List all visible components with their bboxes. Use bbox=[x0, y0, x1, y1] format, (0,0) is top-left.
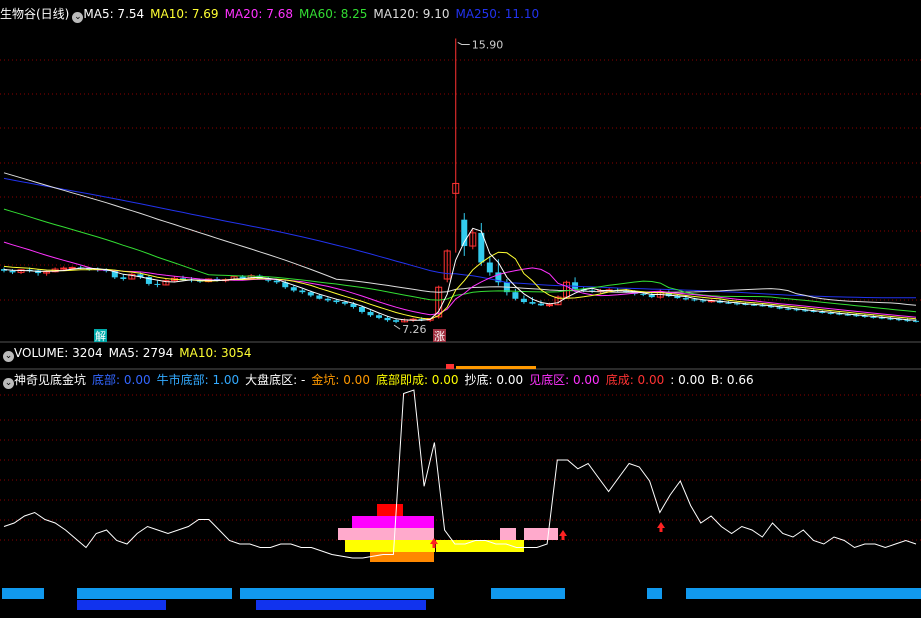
ma-legend-item-4: MA120: 9.10 bbox=[373, 7, 450, 21]
ma20-line bbox=[3, 241, 917, 318]
high-label: 15.90 bbox=[472, 38, 504, 51]
low-label: 7.26 bbox=[402, 323, 427, 336]
chevron-down-icon[interactable]: ⌄ bbox=[72, 12, 84, 23]
candle-body-down bbox=[120, 277, 127, 279]
candle-body-down bbox=[913, 320, 919, 322]
ma250-line bbox=[3, 177, 916, 299]
volume-legend: MA5: 2794 MA10: 3054 bbox=[109, 346, 258, 360]
candle-body-down bbox=[725, 302, 732, 304]
chevron-down-icon[interactable]: ⌄ bbox=[3, 378, 14, 389]
niushi-dibu-bar bbox=[686, 588, 921, 599]
volume-panel-header: ⌄ VOLUME: 3204 MA5: 2794 MA10: 3054 bbox=[0, 344, 257, 362]
candle-body-down bbox=[393, 320, 400, 322]
indicator-legend-item-8: : 0.00 bbox=[670, 373, 705, 387]
candle-body-up bbox=[68, 266, 76, 269]
indicator-title: 神奇见底金坑 bbox=[14, 373, 87, 387]
ma-legend-item-5: MA250: 11.10 bbox=[455, 7, 540, 21]
indicator-legend: 底部: 0.00 牛市底部: 1.00 大盘底区: - 金坑: 0.00 底部即成: 0… bbox=[92, 373, 760, 387]
chevron-down-icon[interactable]: ⌄ bbox=[3, 351, 14, 362]
candle-body-down bbox=[316, 295, 323, 299]
candle-body-down bbox=[273, 280, 280, 283]
indicator-legend-item-4: 底部即成: 0.00 bbox=[375, 373, 459, 387]
candle-body-down bbox=[699, 300, 706, 302]
candle-body-down bbox=[734, 303, 741, 305]
indicator-legend-item-6: 见底区: 0.00 bbox=[529, 373, 600, 387]
ma-legend-item-1: MA10: 7.69 bbox=[150, 7, 219, 21]
candle-body-down bbox=[290, 287, 297, 291]
indicator-legend-item-0: 底部: 0.00 bbox=[92, 373, 151, 387]
candle-body-down bbox=[299, 290, 306, 293]
jiandiqu-block bbox=[500, 528, 516, 540]
candle-body-down bbox=[520, 298, 527, 303]
niushi-dibu-bar bbox=[647, 588, 662, 599]
candle-body-up bbox=[60, 267, 68, 270]
candle-body-down bbox=[785, 308, 792, 310]
low-marker bbox=[393, 324, 401, 330]
candle-body-down bbox=[9, 270, 16, 273]
candle-body-down bbox=[529, 302, 536, 304]
ma-legend-item-3: MA60: 8.25 bbox=[299, 7, 368, 21]
indicator-legend-item-5: 抄底: 0.00 bbox=[464, 373, 524, 387]
candle-body-down bbox=[640, 293, 647, 295]
candle-body-down bbox=[682, 298, 689, 300]
jiandiqu-block bbox=[524, 528, 558, 540]
niushi-dibu-bar bbox=[491, 588, 565, 599]
volume-legend-item-0: MA5: 2794 bbox=[108, 346, 174, 360]
price-panel-header: 生物谷(日线) ⌄ MA5: 7.54 MA10: 7.69 MA20: 7.68 MA6… bbox=[0, 5, 545, 23]
ma-legend: MA5: 7.54 MA10: 7.69 MA20: 7.68 MA60: 8.25 M… bbox=[83, 7, 545, 21]
indicator-legend-item-2: 大盘底区: - bbox=[245, 373, 306, 387]
indicator-legend-item-1: 牛市底部: 1.00 bbox=[156, 373, 240, 387]
indicator-line bbox=[3, 389, 917, 559]
volume-title: VOLUME: bbox=[14, 346, 73, 360]
indicator-panel-header: ⌄ 神奇见底金坑 底部: 0.00 牛市底部: 1.00 大盘底区: - 金坑: 0.00… bbox=[0, 371, 760, 389]
candle-body-up bbox=[545, 304, 553, 307]
candle-body-down bbox=[307, 292, 314, 296]
ma-legend-item-2: MA20: 7.68 bbox=[224, 7, 293, 21]
stock-title: 生物谷(日线) bbox=[0, 7, 70, 21]
jiandiqu-block bbox=[338, 528, 434, 540]
volume-bar bbox=[446, 364, 454, 369]
candle-body-down bbox=[324, 298, 331, 301]
dibu-block bbox=[352, 516, 434, 528]
niushi-dibu-bar bbox=[2, 588, 44, 599]
volume-bar bbox=[456, 366, 536, 369]
candle-body-down bbox=[154, 283, 161, 285]
candle-body-down bbox=[341, 302, 348, 304]
candle-body-down bbox=[376, 315, 383, 318]
candle-body-down bbox=[486, 262, 493, 273]
zhang-badge-text: 涨 bbox=[434, 330, 445, 343]
jinkeng-block bbox=[370, 552, 434, 562]
candle-body-down bbox=[333, 300, 340, 303]
indicator-legend-item-9: B: 0.66 bbox=[710, 373, 754, 387]
candle-body-down bbox=[827, 312, 834, 314]
up-arrow-icon bbox=[559, 530, 567, 540]
indicator-legend-item-7: 底成: 0.00 bbox=[605, 373, 665, 387]
up-arrow-icon bbox=[657, 522, 665, 532]
volume-value: 3204 bbox=[72, 346, 103, 360]
niushi-dibu-bar bbox=[240, 588, 434, 599]
candle-body-down bbox=[367, 311, 374, 316]
stock-chart: 15.90 7.26 解 涨 bbox=[0, 38, 921, 610]
candle-body-down bbox=[512, 292, 519, 299]
high-marker bbox=[457, 42, 470, 45]
volume-legend-item-1: MA10: 3054 bbox=[179, 346, 252, 360]
candle-body-down bbox=[648, 294, 655, 298]
candle-body-down bbox=[691, 299, 698, 301]
candle-body-down bbox=[358, 306, 365, 312]
dibu-jicheng-block bbox=[345, 540, 435, 552]
candle-body-down bbox=[537, 303, 544, 306]
niushi-dibu-bar bbox=[77, 588, 232, 599]
dicheng-block bbox=[377, 504, 403, 516]
candle-body-down bbox=[384, 317, 391, 321]
dibu-bar bbox=[77, 600, 166, 610]
jie-badge-text: 解 bbox=[95, 329, 106, 343]
dibu-bar bbox=[256, 600, 426, 610]
ma-legend-item-0: MA5: 7.54 bbox=[83, 7, 145, 21]
candle-body-down bbox=[572, 282, 579, 289]
indicator-legend-item-3: 金坑: 0.00 bbox=[311, 373, 370, 387]
